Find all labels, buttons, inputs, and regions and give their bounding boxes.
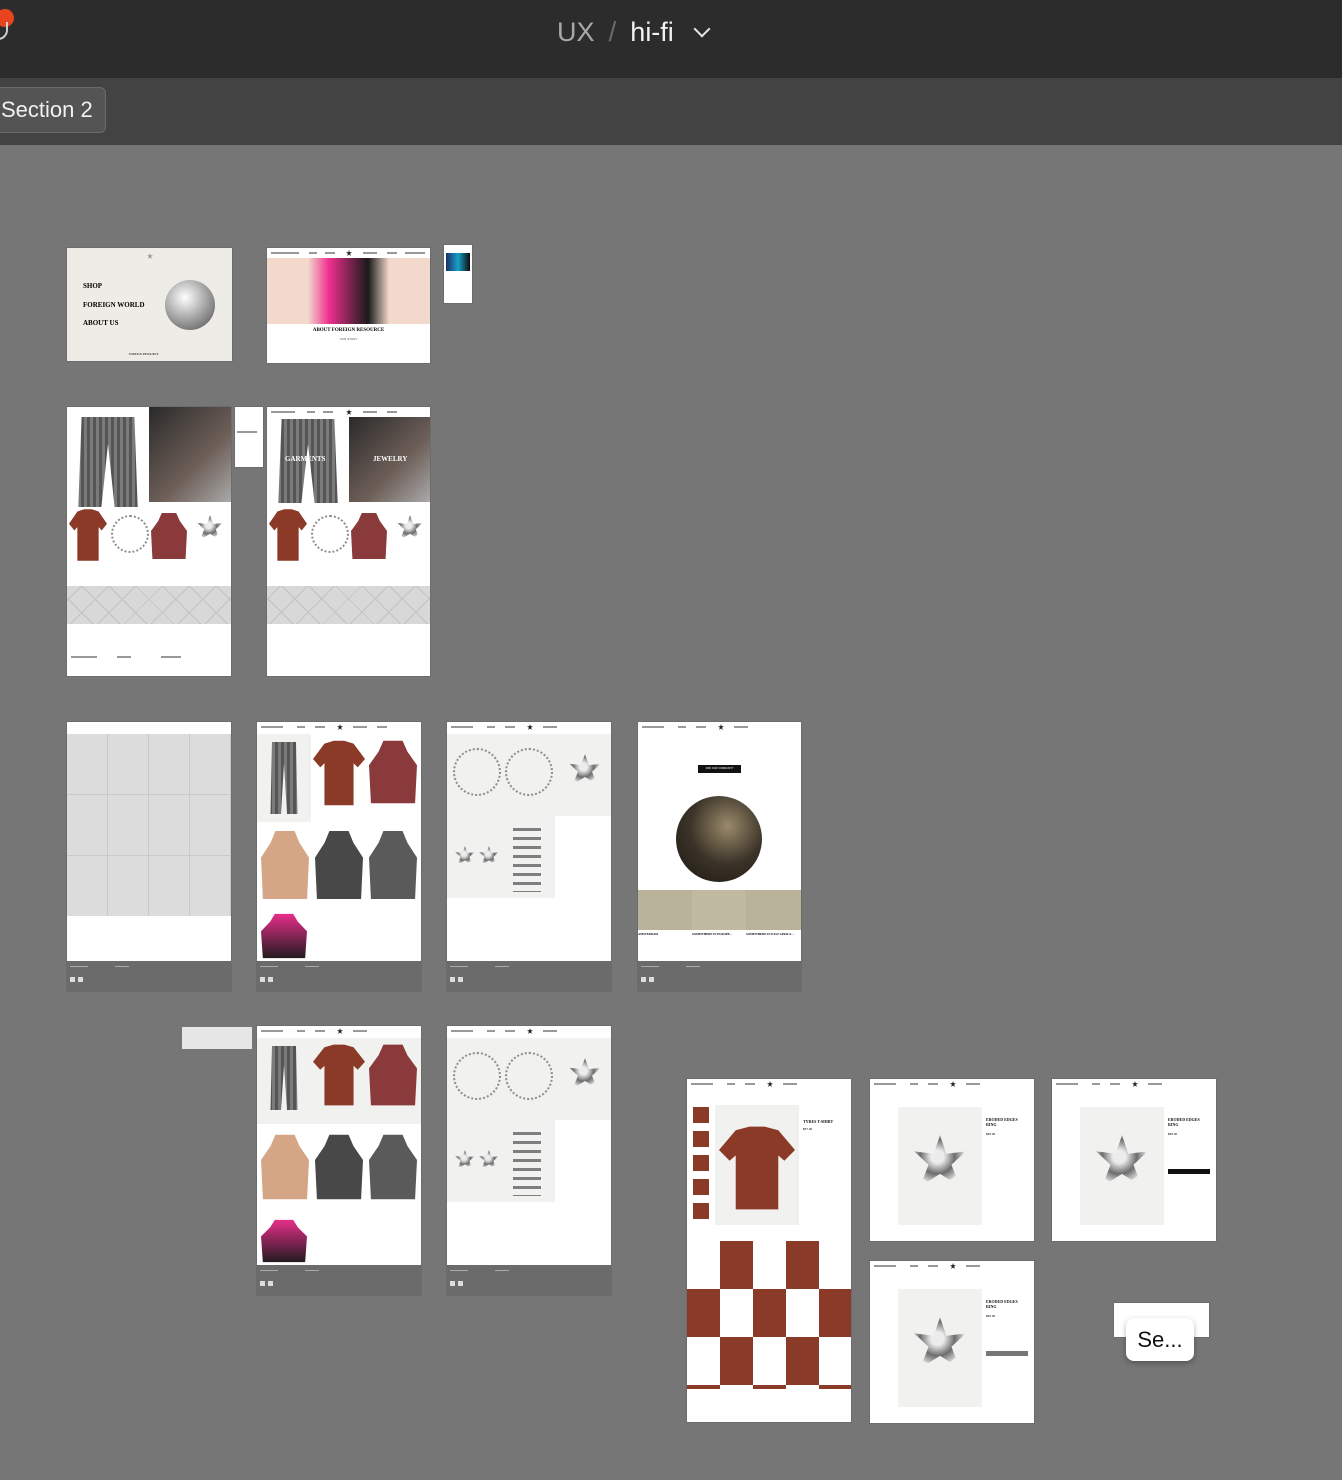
file-breadcrumb: UX / hi-fi (557, 12, 711, 52)
product-necklace[interactable] (111, 515, 149, 553)
logo-star-icon (147, 253, 153, 259)
frame-name-tooltip[interactable]: Se... (1126, 1318, 1194, 1361)
frame-shop-garments-prices[interactable] (257, 1026, 421, 1295)
hero-image (267, 258, 430, 324)
category-label-jewelry[interactable]: JEWELRY (373, 455, 407, 463)
mobile-hero-image (446, 253, 470, 271)
product-title: TYRES T-SHIRT (803, 1119, 834, 1124)
frame-product-tee[interactable]: TYRES T-SHIRT $57.00 (687, 1079, 851, 1422)
product-earrings-drop[interactable] (513, 822, 541, 892)
frame-community[interactable]: JOIN OUR COMMUNITY AMSTERDAM SOMEWHERE I… (638, 722, 801, 991)
frame-mobile-filter[interactable] (235, 407, 263, 467)
city-label-3[interactable]: SOMEWHERE IN EAST AFRICA... (746, 932, 793, 936)
frame-product-ring-c[interactable]: ERODED EDGES RING $95.00 (870, 1261, 1034, 1423)
pattern-band (267, 586, 430, 624)
footer-links (67, 652, 231, 662)
product-sweater-pink[interactable] (261, 913, 307, 959)
site-footer (638, 961, 801, 991)
frame-product-ring-a[interactable]: ERODED EDGES RING $95.00 (870, 1079, 1034, 1241)
breadcrumb-separator: / (608, 16, 617, 47)
frame-categories-a[interactable] (67, 407, 231, 676)
product-tee[interactable] (69, 509, 107, 561)
menu-item-foreign-world[interactable]: FOREIGN WORLD (83, 301, 145, 309)
breadcrumb-project[interactable]: UX (557, 17, 595, 48)
product-title: ERODED EDGES RING (986, 1117, 1018, 1127)
breadcrumb-file-name[interactable]: hi-fi (630, 17, 674, 48)
hero-sub: OUR STORY (339, 337, 358, 341)
community-globe (676, 796, 762, 882)
frame-shop-garments[interactable] (257, 722, 421, 991)
community-photos (638, 890, 801, 930)
product-hoodie-charcoal[interactable] (315, 1134, 363, 1200)
placeholder-grid (67, 734, 231, 916)
frame-grid-placeholder[interactable] (67, 722, 231, 991)
frame-shop-jewelry[interactable] (447, 722, 611, 991)
frame-categories-b[interactable]: GARMENTS JEWELRY (267, 407, 430, 676)
product-hoodie[interactable] (151, 513, 187, 559)
site-footer (257, 1265, 421, 1295)
product-price: $95.00 (986, 1132, 996, 1136)
frame-shop-jewelry-prices[interactable] (447, 1026, 611, 1295)
city-label-2[interactable]: SOMEWHERE IN EUROPE... (692, 932, 732, 936)
community-cta-button[interactable]: JOIN OUR COMMUNITY (698, 765, 741, 773)
product-title: ERODED EDGES RING (1168, 1117, 1200, 1127)
add-to-cart-button[interactable] (1168, 1169, 1210, 1174)
product-hoodie-grey[interactable] (369, 830, 417, 900)
hero-headline: ABOUT FOREIGN RESOURCE (312, 328, 385, 333)
menu-item-about[interactable]: ABOUT US (83, 319, 118, 327)
product-tee[interactable] (313, 740, 365, 806)
product-sweater-pink[interactable] (261, 1219, 307, 1263)
annotation-note[interactable] (182, 1027, 252, 1049)
site-footer (447, 961, 611, 991)
frame-home[interactable]: ABOUT FOREIGN RESOURCE OUR STORY (267, 248, 430, 363)
pattern-band (67, 586, 231, 624)
product-price: $95.00 (1168, 1132, 1178, 1136)
globe-image (165, 280, 215, 330)
category-image-jewelry (149, 407, 231, 502)
site-footer (447, 1265, 611, 1295)
product-ring[interactable] (397, 515, 423, 540)
site-footer (67, 961, 231, 991)
product-ring[interactable] (197, 515, 223, 540)
product-hoodie-grey[interactable] (369, 1134, 417, 1200)
product-necklace[interactable] (311, 515, 349, 553)
product-necklace-a[interactable] (453, 1052, 501, 1100)
product-hoodie-charcoal[interactable] (315, 830, 363, 900)
frame-menu[interactable]: SHOP FOREIGN WORLD ABOUT US FOREIGN RESO… (67, 248, 232, 361)
product-price: $95.00 (986, 1314, 996, 1318)
product-tee[interactable] (269, 509, 307, 561)
section-bar (0, 78, 1342, 145)
add-to-cart-button[interactable] (986, 1351, 1028, 1356)
lookbook-grid (687, 1241, 851, 1389)
thumbnail-strip (693, 1107, 709, 1225)
product-necklace-b[interactable] (505, 1052, 553, 1100)
top-toolbar: UX / hi-fi (0, 0, 1342, 78)
city-label-1[interactable]: AMSTERDAM (638, 932, 658, 936)
product-hoodie-red[interactable] (369, 740, 417, 804)
frame-mobile-small[interactable] (444, 245, 472, 303)
product-hoodie-tan[interactable] (261, 830, 309, 900)
product-necklace-b[interactable] (505, 748, 553, 796)
menu-item-shop[interactable]: SHOP (83, 282, 102, 290)
product-hoodie[interactable] (351, 513, 387, 559)
category-image-garments (78, 417, 138, 507)
section-label[interactable]: Section 2 (0, 87, 106, 133)
product-necklace-a[interactable] (453, 748, 501, 796)
chevron-down-icon[interactable] (693, 20, 711, 38)
frame-product-ring-b[interactable]: ERODED EDGES RING $95.00 (1052, 1079, 1216, 1241)
product-hoodie-tan[interactable] (261, 1134, 309, 1200)
product-title: ERODED EDGES RING (986, 1299, 1018, 1309)
product-price: $57.00 (803, 1127, 813, 1131)
filter-lines (235, 427, 263, 437)
site-footer (257, 961, 421, 991)
category-label-garments[interactable]: GARMENTS (285, 455, 325, 463)
app-logo-mark (0, 22, 8, 40)
menu-footer-logo: FOREIGN RESOURCE (129, 352, 159, 356)
product-earrings-drop[interactable] (513, 1126, 541, 1196)
